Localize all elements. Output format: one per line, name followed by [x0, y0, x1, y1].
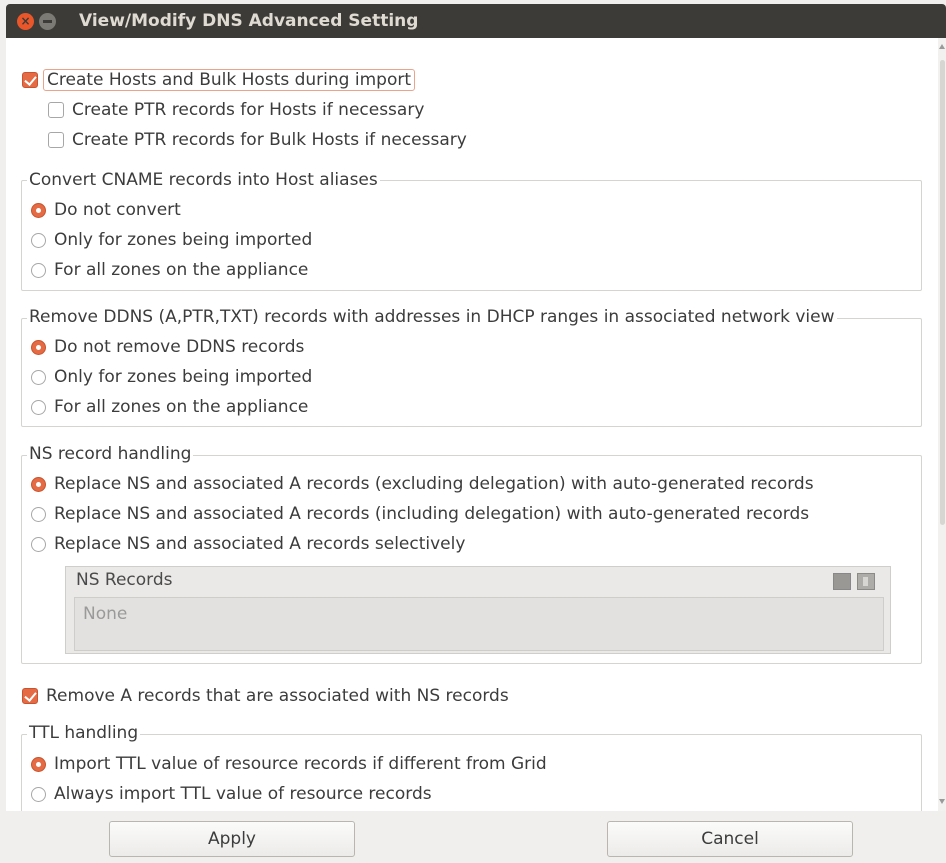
ddns-option-1[interactable]: Only for zones being imported: [31, 365, 312, 389]
ns-label-2: Replace NS and associated A records sele…: [54, 534, 466, 554]
cname-option-1[interactable]: Only for zones being imported: [31, 228, 312, 252]
ddns-label-0: Do not remove DDNS records: [54, 337, 305, 357]
cname-group-legend: Convert CNAME records into Host aliases: [27, 170, 380, 190]
ns-radio-2[interactable]: [31, 536, 46, 552]
remove-a-option[interactable]: Remove A records that are associated wit…: [22, 684, 509, 708]
ddns-radio-2[interactable]: [31, 399, 46, 415]
close-icon[interactable]: ×: [17, 13, 34, 30]
ns-option-2[interactable]: Replace NS and associated A records sele…: [31, 532, 465, 556]
cname-option-2[interactable]: For all zones on the appliance: [31, 258, 308, 282]
ttl-option-1[interactable]: Always import TTL value of resource reco…: [31, 782, 432, 806]
scroll-down-icon[interactable]: [939, 797, 945, 805]
ptr-hosts-option[interactable]: Create PTR records for Hosts if necessar…: [48, 98, 424, 122]
ns-records-empty: None: [83, 604, 128, 624]
cname-radio-0[interactable]: [31, 202, 46, 218]
ns-records-list[interactable]: None: [74, 597, 884, 651]
cname-radio-1[interactable]: [31, 232, 46, 248]
ttl-label-0: Import TTL value of resource records if …: [54, 754, 547, 774]
ddns-option-2[interactable]: For all zones on the appliance: [31, 395, 308, 419]
ns-label-1: Replace NS and associated A records (inc…: [54, 504, 810, 524]
create-hosts-label: Create Hosts and Bulk Hosts during impor…: [43, 69, 415, 91]
ns-records-title: NS Records: [76, 570, 173, 590]
ns-option-1[interactable]: Replace NS and associated A records (inc…: [31, 502, 809, 526]
ddns-label-2: For all zones on the appliance: [54, 397, 309, 417]
ns-radio-1[interactable]: [31, 506, 46, 522]
ddns-label-1: Only for zones being imported: [54, 367, 313, 387]
ns-option-0[interactable]: Replace NS and associated A records (exc…: [31, 472, 814, 496]
ddns-option-0[interactable]: Do not remove DDNS records: [31, 335, 304, 359]
ttl-radio-1[interactable]: [31, 786, 46, 802]
ptr-hosts-label: Create PTR records for Hosts if necessar…: [72, 100, 425, 120]
minimize-icon[interactable]: [39, 13, 56, 30]
ddns-group-legend: Remove DDNS (A,PTR,TXT) records with add…: [27, 307, 837, 327]
remove-a-checkbox[interactable]: [22, 688, 38, 704]
dialog-content: Create Hosts and Bulk Hosts during impor…: [6, 38, 938, 811]
ns-group-legend: NS record handling: [27, 444, 194, 464]
cname-label-0: Do not convert: [54, 200, 181, 220]
cname-radio-2[interactable]: [31, 262, 46, 278]
delete-icon[interactable]: [857, 573, 875, 590]
add-icon[interactable]: [833, 573, 851, 590]
title-bar: × View/Modify DNS Advanced Setting: [6, 4, 946, 38]
cname-option-0[interactable]: Do not convert: [31, 198, 181, 222]
dialog-footer: Apply Cancel: [6, 811, 946, 863]
ptr-bulk-label: Create PTR records for Bulk Hosts if nec…: [72, 130, 467, 150]
ns-label-0: Replace NS and associated A records (exc…: [54, 474, 814, 494]
ddns-radio-0[interactable]: [31, 339, 46, 355]
scroll-up-icon[interactable]: [939, 44, 945, 52]
scrollbar-thumb[interactable]: [940, 60, 945, 525]
ns-records-panel: NS Records None: [65, 566, 891, 654]
apply-button[interactable]: Apply: [109, 821, 355, 857]
ttl-radio-0[interactable]: [31, 756, 46, 772]
ns-radio-0[interactable]: [31, 476, 46, 492]
ptr-hosts-checkbox[interactable]: [48, 102, 64, 118]
ptr-bulk-checkbox[interactable]: [48, 132, 64, 148]
cname-label-1: Only for zones being imported: [54, 230, 313, 250]
cancel-button[interactable]: Cancel: [607, 821, 853, 857]
ttl-label-1: Always import TTL value of resource reco…: [54, 784, 432, 804]
ddns-radio-1[interactable]: [31, 369, 46, 385]
cname-label-2: For all zones on the appliance: [54, 260, 309, 280]
create-hosts-option[interactable]: Create Hosts and Bulk Hosts during impor…: [22, 68, 415, 92]
remove-a-label: Remove A records that are associated wit…: [46, 686, 509, 706]
ttl-group-legend: TTL handling: [27, 723, 141, 743]
create-hosts-checkbox[interactable]: [22, 72, 38, 88]
window-title: View/Modify DNS Advanced Setting: [79, 11, 419, 31]
ttl-option-0[interactable]: Import TTL value of resource records if …: [31, 752, 547, 776]
ptr-bulk-option[interactable]: Create PTR records for Bulk Hosts if nec…: [48, 128, 467, 152]
